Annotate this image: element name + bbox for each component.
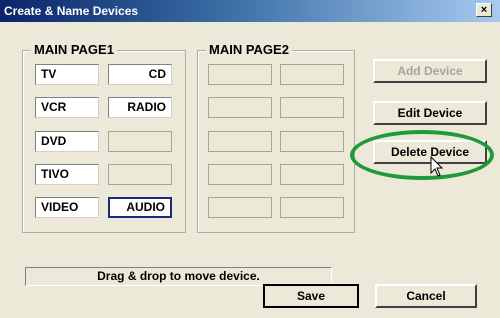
page2-slot[interactable] [280, 64, 344, 85]
cancel-button[interactable]: Cancel [375, 284, 477, 308]
edit-device-button[interactable]: Edit Device [373, 101, 487, 125]
mouse-pointer-icon [430, 156, 444, 177]
device-slot-vcr[interactable]: VCR [35, 97, 99, 118]
page2-slot[interactable] [280, 97, 344, 118]
main-page1-title: MAIN PAGE1 [31, 42, 117, 57]
page2-slot[interactable] [280, 197, 344, 218]
empty-device-slot[interactable] [108, 131, 172, 152]
page2-slot[interactable] [208, 197, 272, 218]
main-page2-title: MAIN PAGE2 [206, 42, 292, 57]
page2-slot[interactable] [208, 131, 272, 152]
device-slot-cd[interactable]: CD [108, 64, 172, 85]
page2-slot[interactable] [208, 64, 272, 85]
empty-device-slot[interactable] [108, 164, 172, 185]
page2-slot[interactable] [208, 164, 272, 185]
page2-slot[interactable] [280, 164, 344, 185]
add-device-button[interactable]: Add Device [373, 59, 487, 83]
close-button[interactable]: × [476, 3, 492, 17]
device-slot-dvd[interactable]: DVD [35, 131, 99, 152]
device-slot-radio[interactable]: RADIO [108, 97, 172, 118]
device-slot-audio[interactable]: AUDIO [108, 197, 172, 218]
dialog-body: MAIN PAGE1 MAIN PAGE2 TV CD VCR RADIO DV… [2, 22, 498, 316]
page2-slot[interactable] [208, 97, 272, 118]
device-slot-tivo[interactable]: TIVO [35, 164, 99, 185]
title-bar: Create & Name Devices × [0, 0, 500, 22]
close-icon: × [480, 4, 488, 16]
save-button[interactable]: Save [263, 284, 359, 308]
device-slot-video[interactable]: VIDEO [35, 197, 99, 218]
page2-slot[interactable] [280, 131, 344, 152]
device-slot-tv[interactable]: TV [35, 64, 99, 85]
window-title: Create & Name Devices [4, 4, 139, 18]
